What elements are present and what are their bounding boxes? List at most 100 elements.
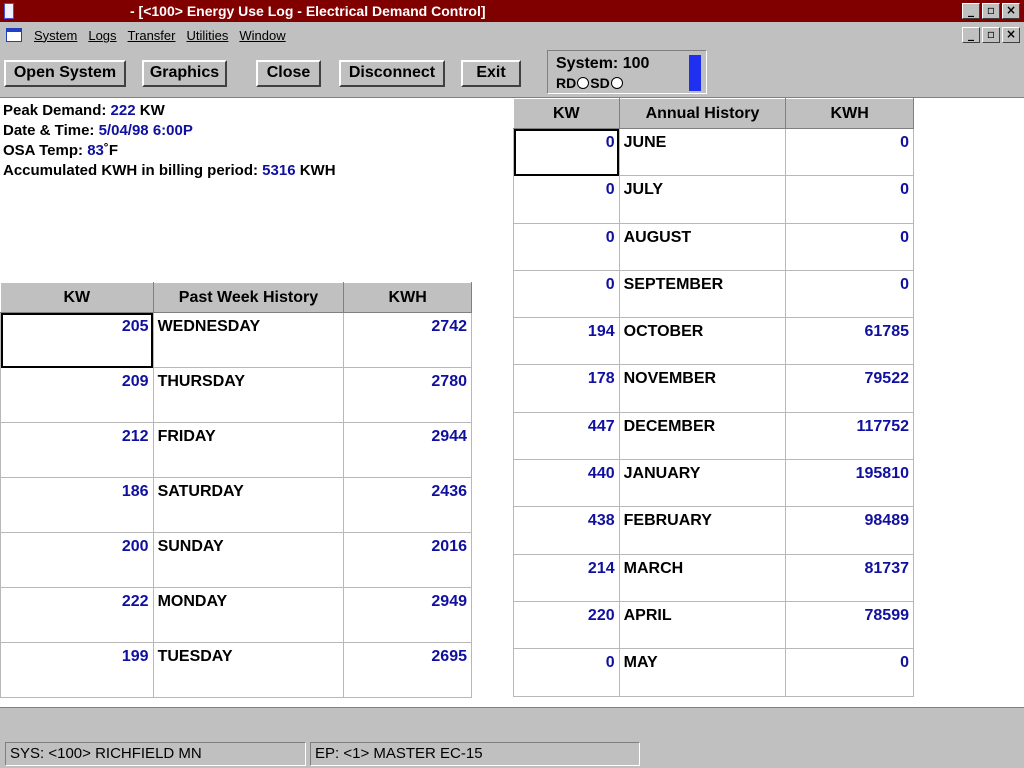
annual-kwh-cell[interactable]: 0 bbox=[785, 127, 914, 177]
document-icon[interactable] bbox=[6, 28, 22, 42]
annual-kw-cell[interactable]: 438 bbox=[513, 506, 620, 555]
annual-kwh-cell[interactable]: 0 bbox=[785, 648, 914, 697]
menu-system[interactable]: System bbox=[34, 28, 77, 43]
annual-label-cell[interactable]: APRIL bbox=[618, 600, 787, 650]
disconnect-button[interactable]: Disconnect bbox=[339, 60, 445, 87]
sd-indicator-icon bbox=[610, 77, 623, 89]
open-system-button[interactable]: Open System bbox=[4, 60, 126, 87]
week-kwh-cell[interactable]: 2780 bbox=[343, 367, 472, 423]
close-button[interactable]: Close bbox=[256, 60, 321, 87]
week-kwh-cell[interactable]: 2695 bbox=[343, 642, 472, 698]
peak-demand-value: 222 bbox=[110, 102, 136, 119]
annual-kw-cell[interactable]: 447 bbox=[513, 411, 620, 461]
child-restore-icon[interactable]: ▫ bbox=[982, 27, 1000, 43]
annual-kwh-cell[interactable]: 0 bbox=[785, 222, 914, 271]
time-value: 6:00P bbox=[152, 122, 193, 139]
status-indicator-bar bbox=[689, 55, 701, 91]
annual-kwh-cell[interactable]: 0 bbox=[785, 175, 914, 224]
table-row: 205 WEDNESDAY 2742 bbox=[0, 312, 472, 368]
annual-kw-cell[interactable]: 0 bbox=[513, 269, 620, 319]
close-icon[interactable]: × bbox=[1002, 3, 1020, 19]
annual-kwh-cell[interactable]: 78599 bbox=[785, 600, 914, 650]
annual-kwh-cell[interactable]: 195810 bbox=[785, 459, 914, 508]
minimize-icon[interactable]: _ bbox=[962, 3, 980, 19]
table-row: 214 MARCH 81737 bbox=[513, 553, 914, 602]
week-history-table: KW Past Week History KWH 205 WEDNESDAY 274… bbox=[0, 282, 472, 698]
table-row: 194 OCTOBER 61785 bbox=[513, 317, 914, 366]
menu-window[interactable]: Window bbox=[239, 28, 285, 43]
annual-label-cell[interactable]: SEPTEMBER bbox=[618, 269, 787, 319]
annual-kw-cell[interactable]: 178 bbox=[513, 364, 620, 413]
annual-kwh-cell[interactable]: 79522 bbox=[785, 364, 914, 413]
menu-transfer[interactable]: Transfer bbox=[128, 28, 176, 43]
child-close-icon[interactable]: × bbox=[1002, 27, 1020, 43]
annual-label-cell[interactable]: DECEMBER bbox=[618, 411, 787, 461]
annual-kwh-cell[interactable]: 117752 bbox=[785, 411, 914, 461]
week-kw-cell[interactable]: 222 bbox=[0, 587, 154, 643]
annual-kwh-cell[interactable]: 61785 bbox=[785, 317, 914, 366]
week-kw-cell[interactable]: 205 bbox=[0, 312, 154, 368]
annual-kw-cell[interactable]: 0 bbox=[513, 222, 620, 271]
week-kw-cell[interactable]: 200 bbox=[0, 532, 154, 588]
annual-label-cell[interactable]: FEBRUARY bbox=[618, 506, 787, 555]
date-value: 5/04/98 bbox=[98, 122, 149, 139]
week-label-cell[interactable]: THURSDAY bbox=[152, 367, 345, 423]
week-kwh-cell[interactable]: 2436 bbox=[343, 477, 472, 533]
datetime-line: Date & Time: 5/04/98 6:00P bbox=[3, 122, 193, 139]
week-label-cell[interactable]: SATURDAY bbox=[152, 477, 345, 533]
toolbar: Open System Graphics Close Disconnect Ex… bbox=[0, 48, 1024, 98]
week-kwh-cell[interactable]: 2944 bbox=[343, 422, 472, 478]
week-label-cell[interactable]: MONDAY bbox=[152, 587, 345, 643]
annual-kw-cell[interactable]: 440 bbox=[513, 459, 620, 508]
week-kwh-cell[interactable]: 2742 bbox=[343, 312, 472, 368]
sd-label: SD bbox=[590, 75, 610, 91]
week-kwh-cell[interactable]: 2949 bbox=[343, 587, 472, 643]
annual-kwh-cell[interactable]: 98489 bbox=[785, 506, 914, 555]
annual-kw-cell[interactable]: 220 bbox=[513, 600, 620, 650]
annual-label-cell[interactable]: AUGUST bbox=[618, 222, 787, 271]
annual-kwh-cell[interactable]: 0 bbox=[785, 269, 914, 319]
week-label-cell[interactable]: TUESDAY bbox=[152, 642, 345, 698]
restore-icon[interactable]: ▫ bbox=[982, 3, 1000, 19]
annual-label-cell[interactable]: OCTOBER bbox=[618, 317, 787, 366]
week-kwh-cell[interactable]: 2016 bbox=[343, 532, 472, 588]
table-row: 0 JULY 0 bbox=[513, 175, 914, 224]
annual-kw-header: KW bbox=[513, 98, 620, 129]
table-row: 0 MAY 0 bbox=[513, 648, 914, 697]
annual-label-cell[interactable]: JULY bbox=[618, 175, 787, 224]
status-bar: SYS: <100> RICHFIELD MN EP: <1> MASTER E… bbox=[0, 739, 1024, 768]
table-row: 440 JANUARY 195810 bbox=[513, 459, 914, 508]
annual-label-cell[interactable]: MARCH bbox=[618, 553, 787, 602]
week-label-cell[interactable]: WEDNESDAY bbox=[152, 312, 345, 368]
annual-kw-cell[interactable]: 214 bbox=[513, 553, 620, 602]
annual-kw-cell[interactable]: 194 bbox=[513, 317, 620, 366]
table-row: 222 MONDAY 2949 bbox=[0, 587, 472, 643]
week-kw-cell[interactable]: 186 bbox=[0, 477, 154, 533]
week-history-header: Past Week History bbox=[152, 282, 345, 313]
week-kw-cell[interactable]: 209 bbox=[0, 367, 154, 423]
annual-label-cell[interactable]: MAY bbox=[618, 648, 787, 697]
child-minimize-icon[interactable]: _ bbox=[962, 27, 980, 43]
week-label-cell[interactable]: FRIDAY bbox=[152, 422, 345, 478]
status-ep: EP: <1> MASTER EC-15 bbox=[310, 742, 640, 766]
week-kw-cell[interactable]: 212 bbox=[0, 422, 154, 478]
menu-utilities[interactable]: Utilities bbox=[186, 28, 228, 43]
table-row: 438 FEBRUARY 98489 bbox=[513, 506, 914, 555]
title-bar: - [<100> Energy Use Log - Electrical Dem… bbox=[0, 0, 1024, 22]
exit-button[interactable]: Exit bbox=[461, 60, 521, 87]
week-label-cell[interactable]: SUNDAY bbox=[152, 532, 345, 588]
annual-label-cell[interactable]: JANUARY bbox=[618, 459, 787, 508]
table-row: 209 THURSDAY 2780 bbox=[0, 367, 472, 423]
annual-kw-cell[interactable]: 0 bbox=[513, 648, 620, 697]
annual-kw-cell[interactable]: 0 bbox=[513, 175, 620, 224]
graphics-button[interactable]: Graphics bbox=[142, 60, 227, 87]
peak-demand-line: Peak Demand: 222 KW bbox=[3, 102, 165, 119]
annual-label-cell[interactable]: JUNE bbox=[618, 127, 787, 177]
menu-logs[interactable]: Logs bbox=[88, 28, 116, 43]
annual-kw-cell[interactable]: 0 bbox=[513, 127, 620, 177]
annual-kwh-cell[interactable]: 81737 bbox=[785, 553, 914, 602]
app-menu-icon[interactable] bbox=[4, 3, 14, 19]
lower-panel bbox=[0, 707, 1024, 739]
week-kw-cell[interactable]: 199 bbox=[0, 642, 154, 698]
annual-label-cell[interactable]: NOVEMBER bbox=[618, 364, 787, 413]
